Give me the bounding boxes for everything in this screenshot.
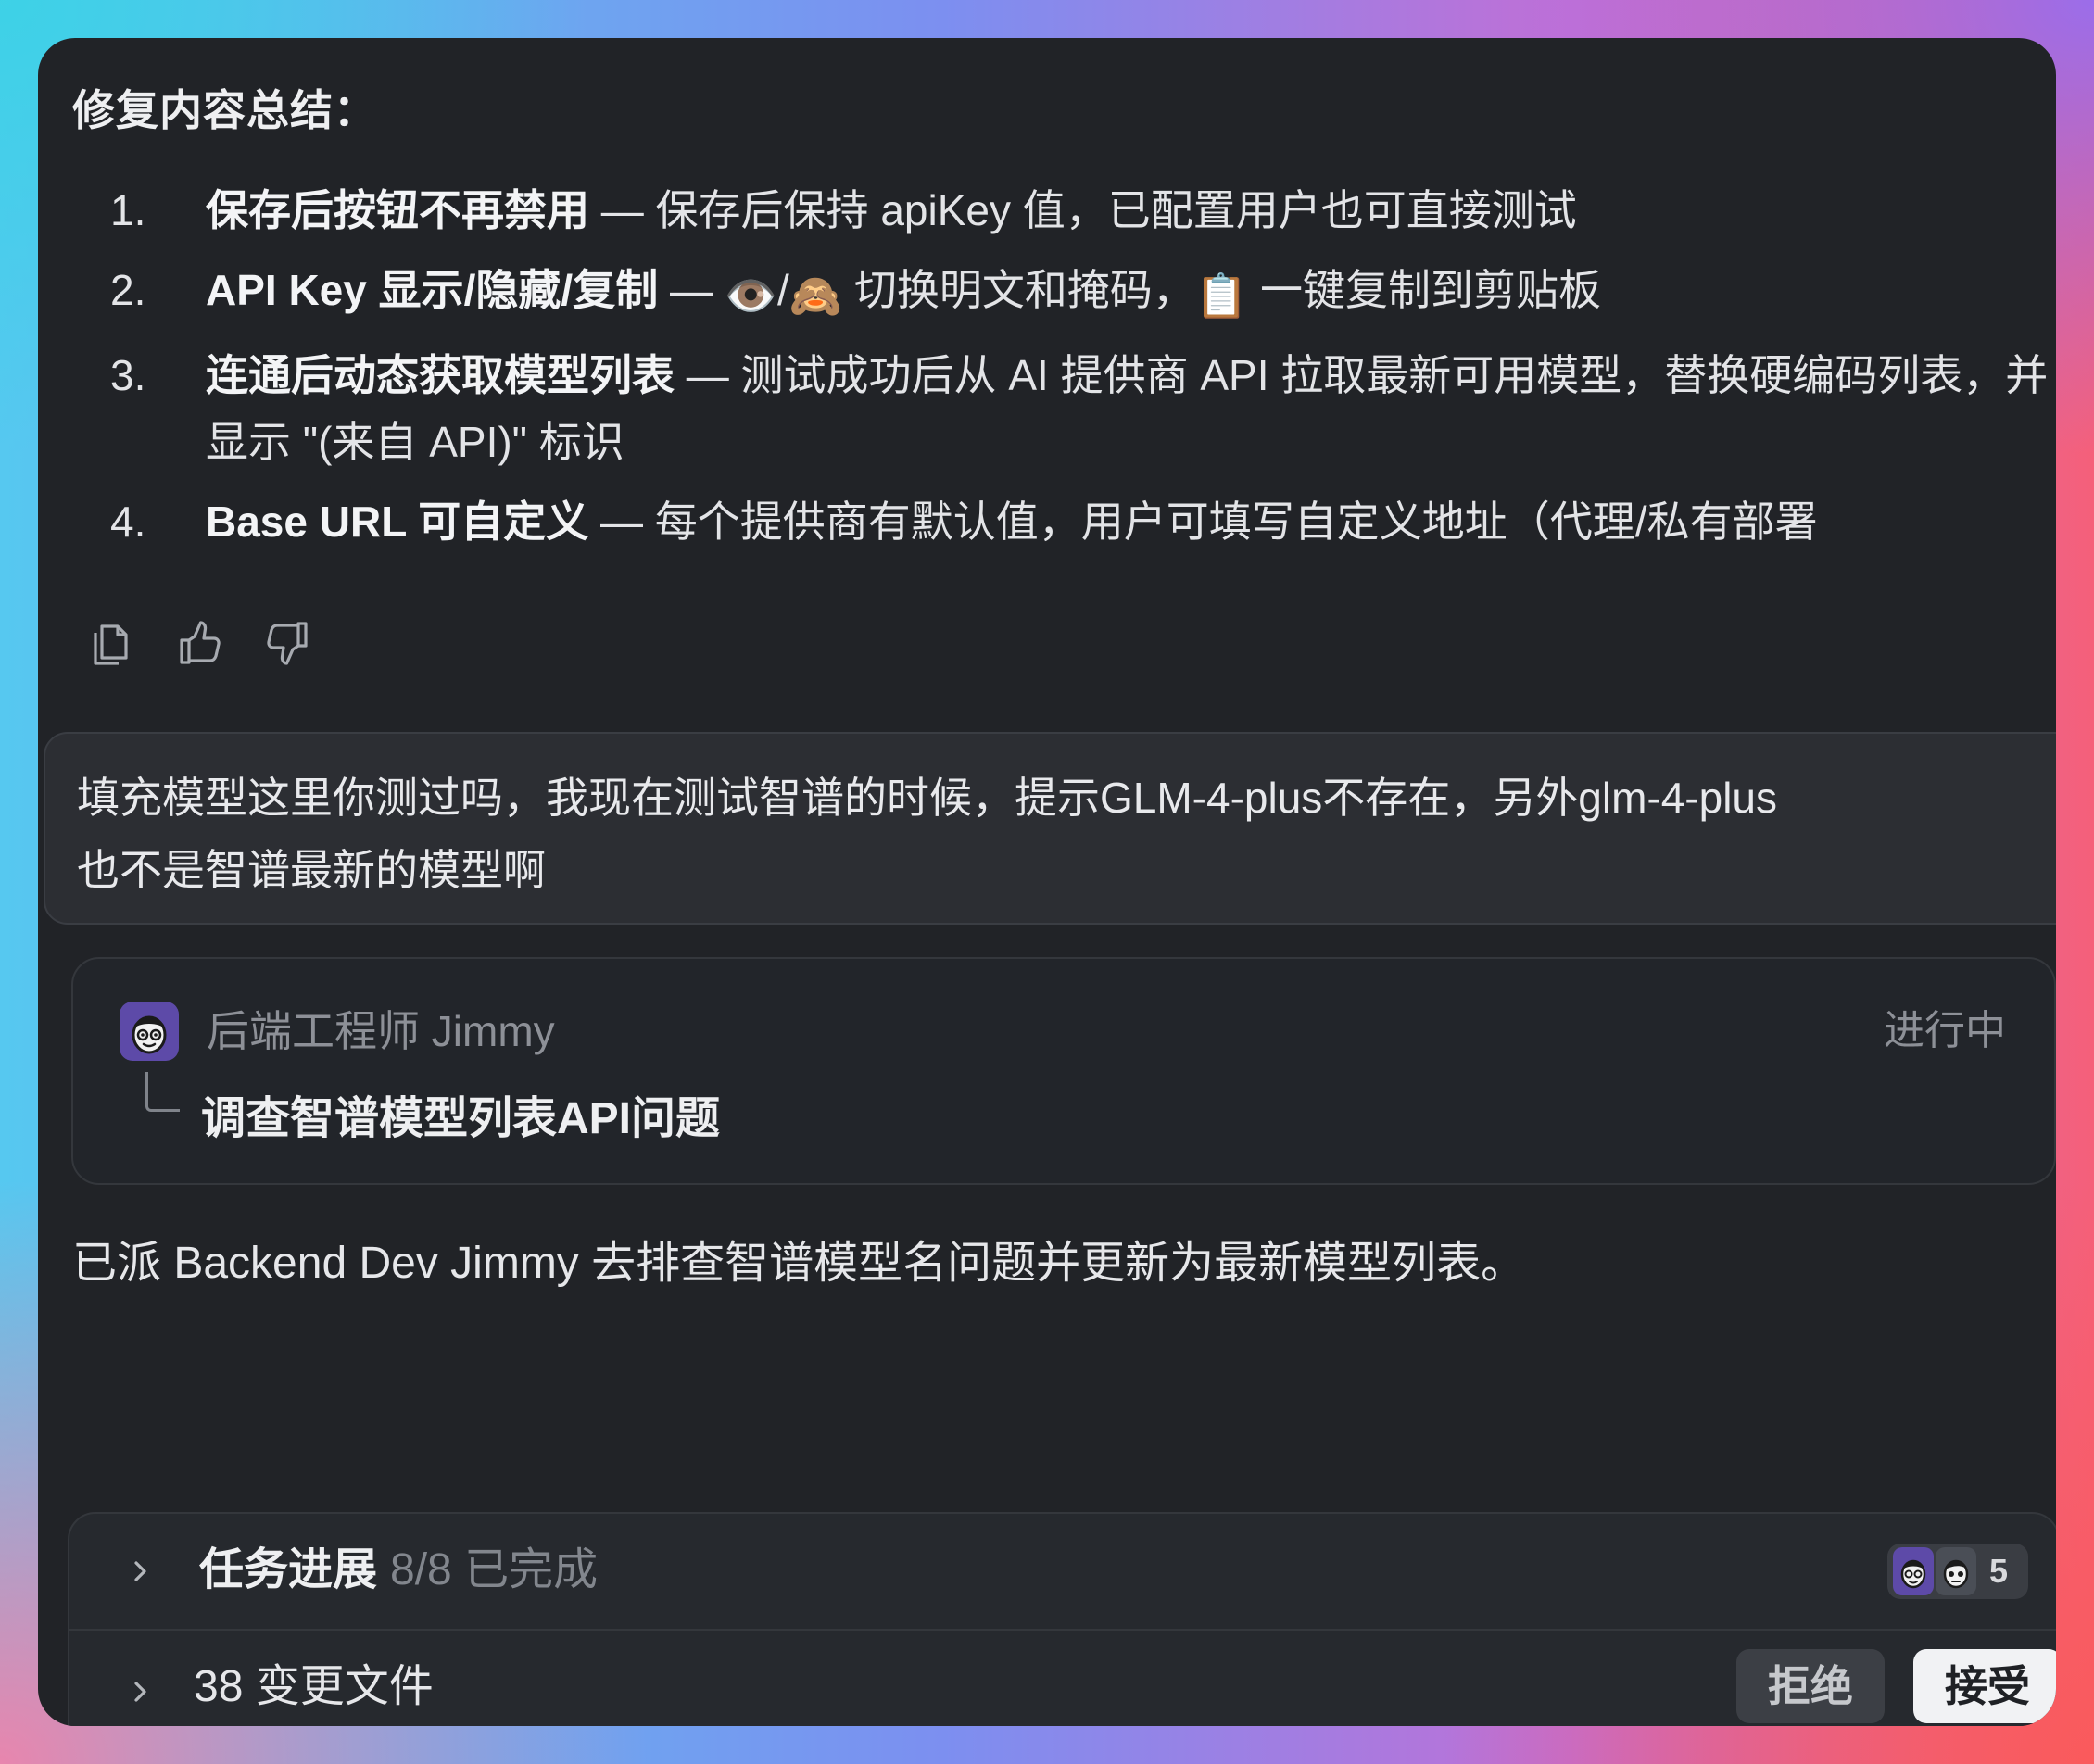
list-item: 3. 连通后动态获取模型列表 — 测试成功后从 AI 提供商 API 拉取最新可… [110,342,2056,475]
list-item: 2. API Key 显示/隐藏/复制 — 👁️/🙈 切换明文和掩码，📋 一键复… [110,257,2056,329]
clipboard-icon: 📋 [1194,271,1249,320]
fix-description: 切换明文和掩码， [842,266,1195,314]
fix-title: 保存后按钮不再禁用 [206,186,589,234]
list-number: 3. [110,351,146,399]
avatar-count: 5 [1989,1552,2009,1590]
avatar [1936,1547,1976,1595]
agent-avatar [120,1002,179,1061]
chat-window: 修复内容总结： 1. 保存后按钮不再禁用 — 保存后保持 apiKey 值，已配… [38,38,2056,1726]
message-feedback-row [86,611,312,675]
branch-connector [145,1072,180,1112]
accept-button[interactable]: 接受 [1913,1649,2056,1723]
fix-title: API Key 显示/隐藏/复制 [206,266,659,314]
task-progress-label: 任务进展 [199,1545,378,1594]
assistant-message-text: 已派 Backend Dev Jimmy 去排查智谱模型名问题并更新为最新模型列… [72,1239,1526,1288]
fix-description: — 保存后保持 apiKey 值，已配置用户也可直接测试 [589,186,1577,234]
task-progress-count: 8/8 已完成 [390,1545,599,1594]
chevron-right-icon[interactable] [127,1558,153,1584]
list-item: 1. 保存后按钮不再禁用 — 保存后保持 apiKey 值，已配置用户也可直接测… [110,177,2056,244]
agent-avatar-stack[interactable]: 5 [1887,1544,2028,1599]
fix-description: 一键复制到剪贴板 [1248,266,1601,314]
chevron-right-icon[interactable] [127,1679,153,1705]
subtask-card[interactable]: 后端工程师 Jimmy 进行中 调查智谱模型列表API问题 [71,957,2056,1185]
changed-files-label: 38 变更文件 [194,1662,434,1711]
fix-title: Base URL 可自定义 [206,498,589,546]
task-progress-row[interactable]: 任务进展 8/8 已完成 5 [69,1514,2056,1631]
fix-title: 连通后动态获取模型列表 [206,351,675,399]
task-summary-panel: 任务进展 8/8 已完成 5 38 变更文件 拒绝 接受 [68,1512,2056,1726]
avatar [1893,1547,1934,1595]
thumbs-down-icon[interactable] [264,617,312,669]
changed-files-row[interactable]: 38 变更文件 拒绝 接受 [69,1629,2056,1726]
subtask-title: 调查智谱模型列表API问题 [201,1094,721,1143]
fix-description: — [658,266,725,314]
thumbs-up-icon[interactable] [175,617,223,669]
summary-title: 修复内容总结： [72,86,377,134]
fix-list: 1. 保存后按钮不再禁用 — 保存后保持 apiKey 值，已配置用户也可直接测… [110,177,2056,568]
user-message-bubble: 填充模型这里你测过吗，我现在测试智谱的时候，提示GLM-4-plus不存在，另外… [44,732,2056,925]
fix-description: — 每个提供商有默认值，用户可填写自定义地址（代理/私有部署 [588,498,1818,546]
list-item: 4. Base URL 可自定义 — 每个提供商有默认值，用户可填写自定义地址（… [110,488,2056,555]
agent-name: 后端工程师 Jimmy [207,1007,555,1055]
eye-icon: 👁️ [724,271,778,320]
list-number: 2. [110,266,146,314]
user-message-text: 填充模型这里你测过吗，我现在测试智谱的时候，提示GLM-4-plus不存在，另外… [77,774,1778,894]
reject-button[interactable]: 拒绝 [1736,1649,1885,1723]
list-number: 4. [110,498,146,546]
slash-text: / [777,266,789,314]
copy-icon[interactable] [86,617,134,669]
status-badge: 进行中 [1884,1008,2006,1053]
see-no-evil-monkey-icon: 🙈 [788,271,843,320]
list-number: 1. [110,186,146,234]
